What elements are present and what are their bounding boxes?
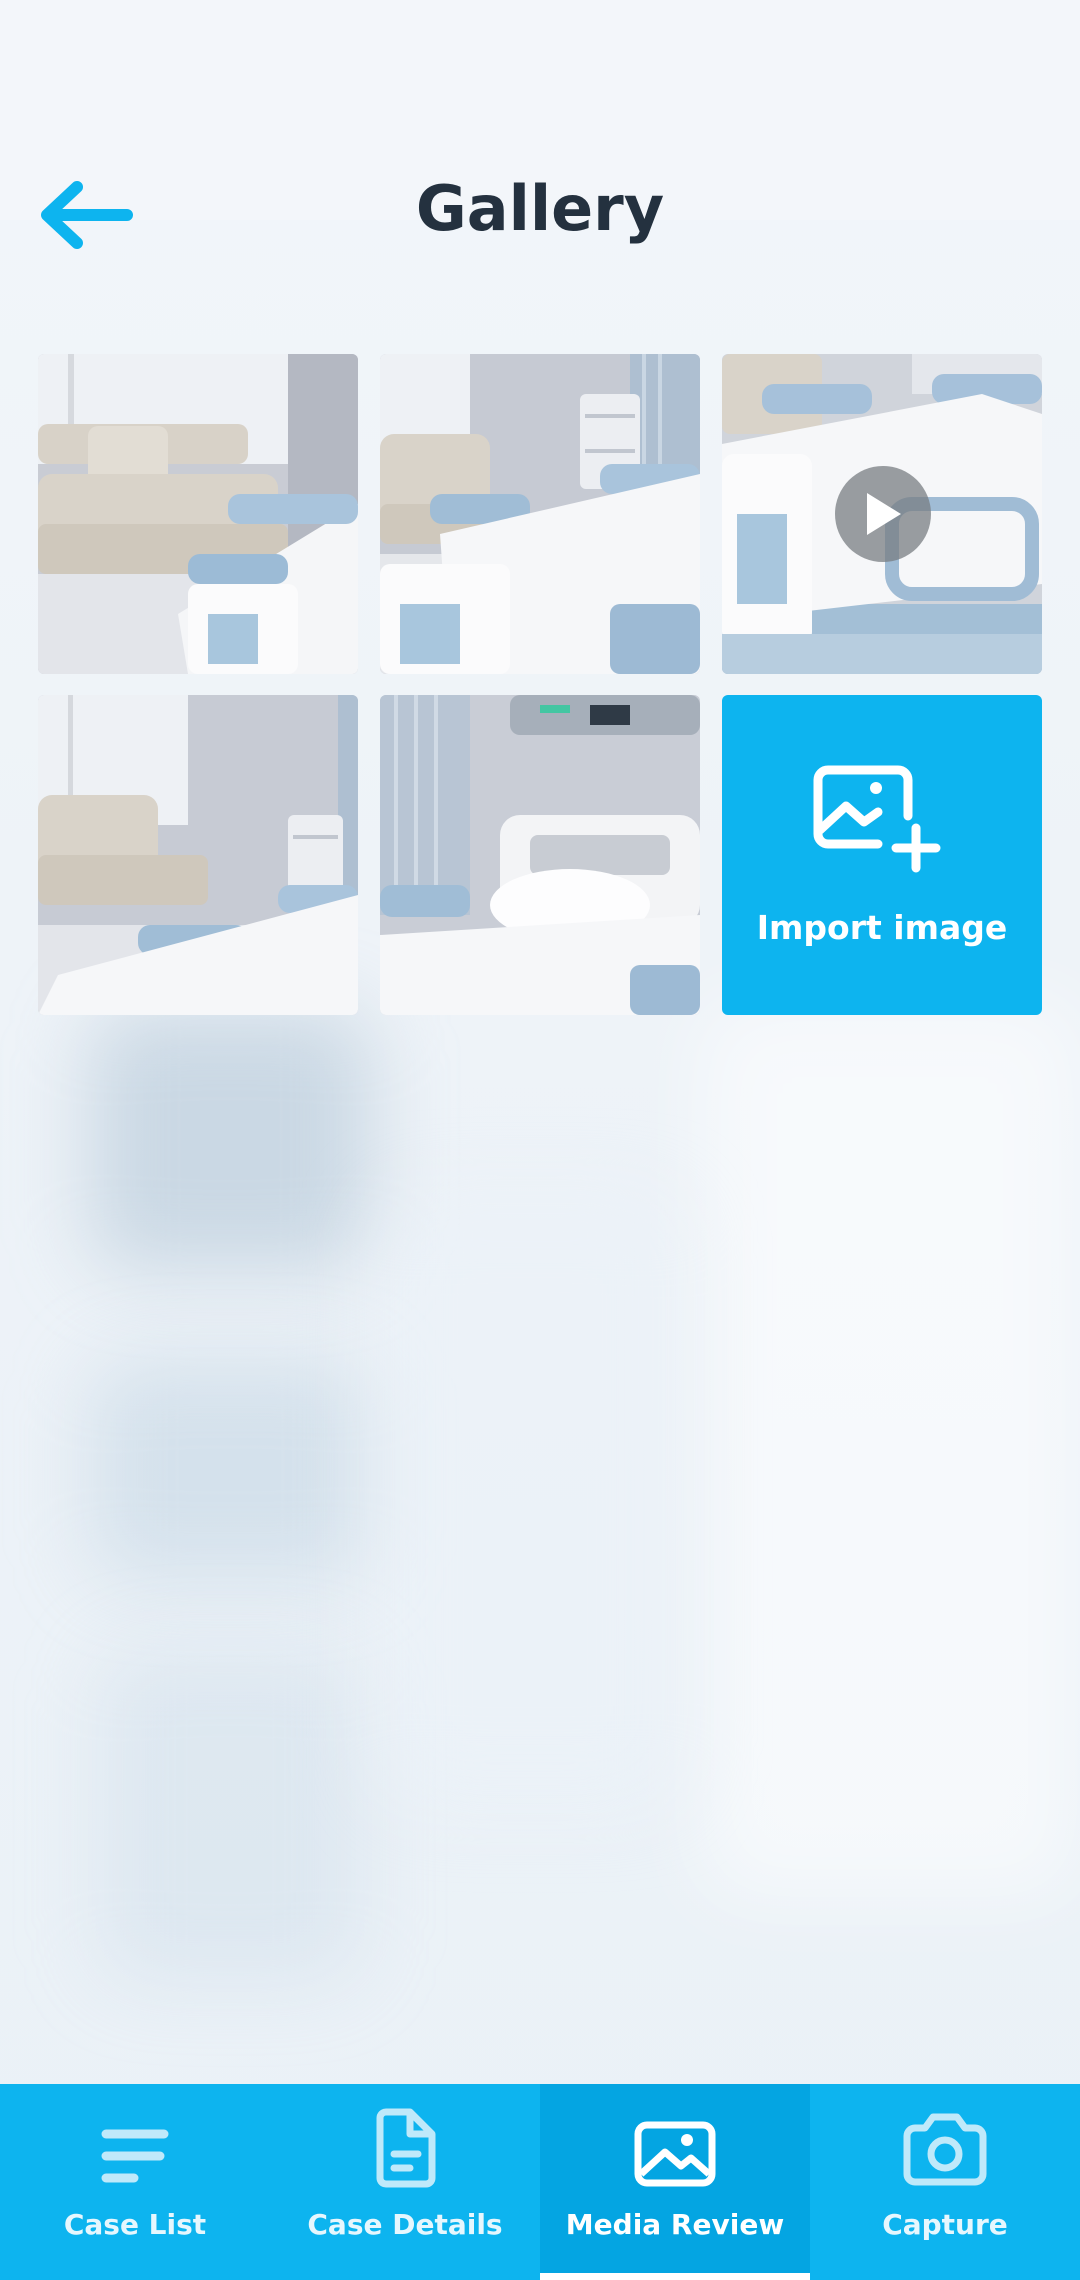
import-image-button[interactable]: Import image: [722, 695, 1042, 1015]
tab-capture[interactable]: Capture: [810, 2084, 1080, 2280]
document-icon: [376, 2108, 436, 2188]
gallery-video-thumbnail[interactable]: [722, 354, 1042, 674]
image-icon: [634, 2121, 716, 2187]
tab-label: Case List: [63, 2208, 207, 2241]
gallery-thumbnail[interactable]: [380, 695, 700, 1015]
room-photo: [38, 354, 358, 674]
bottom-tab-bar: Case List Case Details Media Review Capt…: [0, 2084, 1080, 2280]
tab-label: Capture: [882, 2208, 1008, 2241]
room-photo: [380, 354, 700, 674]
room-photo: [380, 695, 700, 1015]
tab-case-list[interactable]: Case List: [0, 2084, 270, 2280]
tab-label: Media Review: [565, 2208, 785, 2241]
image-plus-icon: [813, 765, 941, 872]
blurred-background: [0, 0, 1080, 2280]
gallery-thumbnail[interactable]: [38, 695, 358, 1015]
page-title: Gallery: [415, 172, 665, 245]
play-icon: [835, 466, 931, 562]
import-image-label: Import image: [756, 907, 1008, 947]
tab-label: Case Details: [307, 2208, 503, 2241]
gallery-thumbnail[interactable]: [380, 354, 700, 674]
room-photo: [38, 695, 358, 1015]
gallery-grid: Import image: [38, 354, 1042, 1015]
tab-case-details[interactable]: Case Details: [270, 2084, 540, 2280]
gallery-thumbnail[interactable]: [38, 354, 358, 674]
tab-media-review[interactable]: Media Review: [540, 2084, 810, 2280]
list-icon: [101, 2129, 169, 2183]
camera-icon: [903, 2113, 987, 2186]
